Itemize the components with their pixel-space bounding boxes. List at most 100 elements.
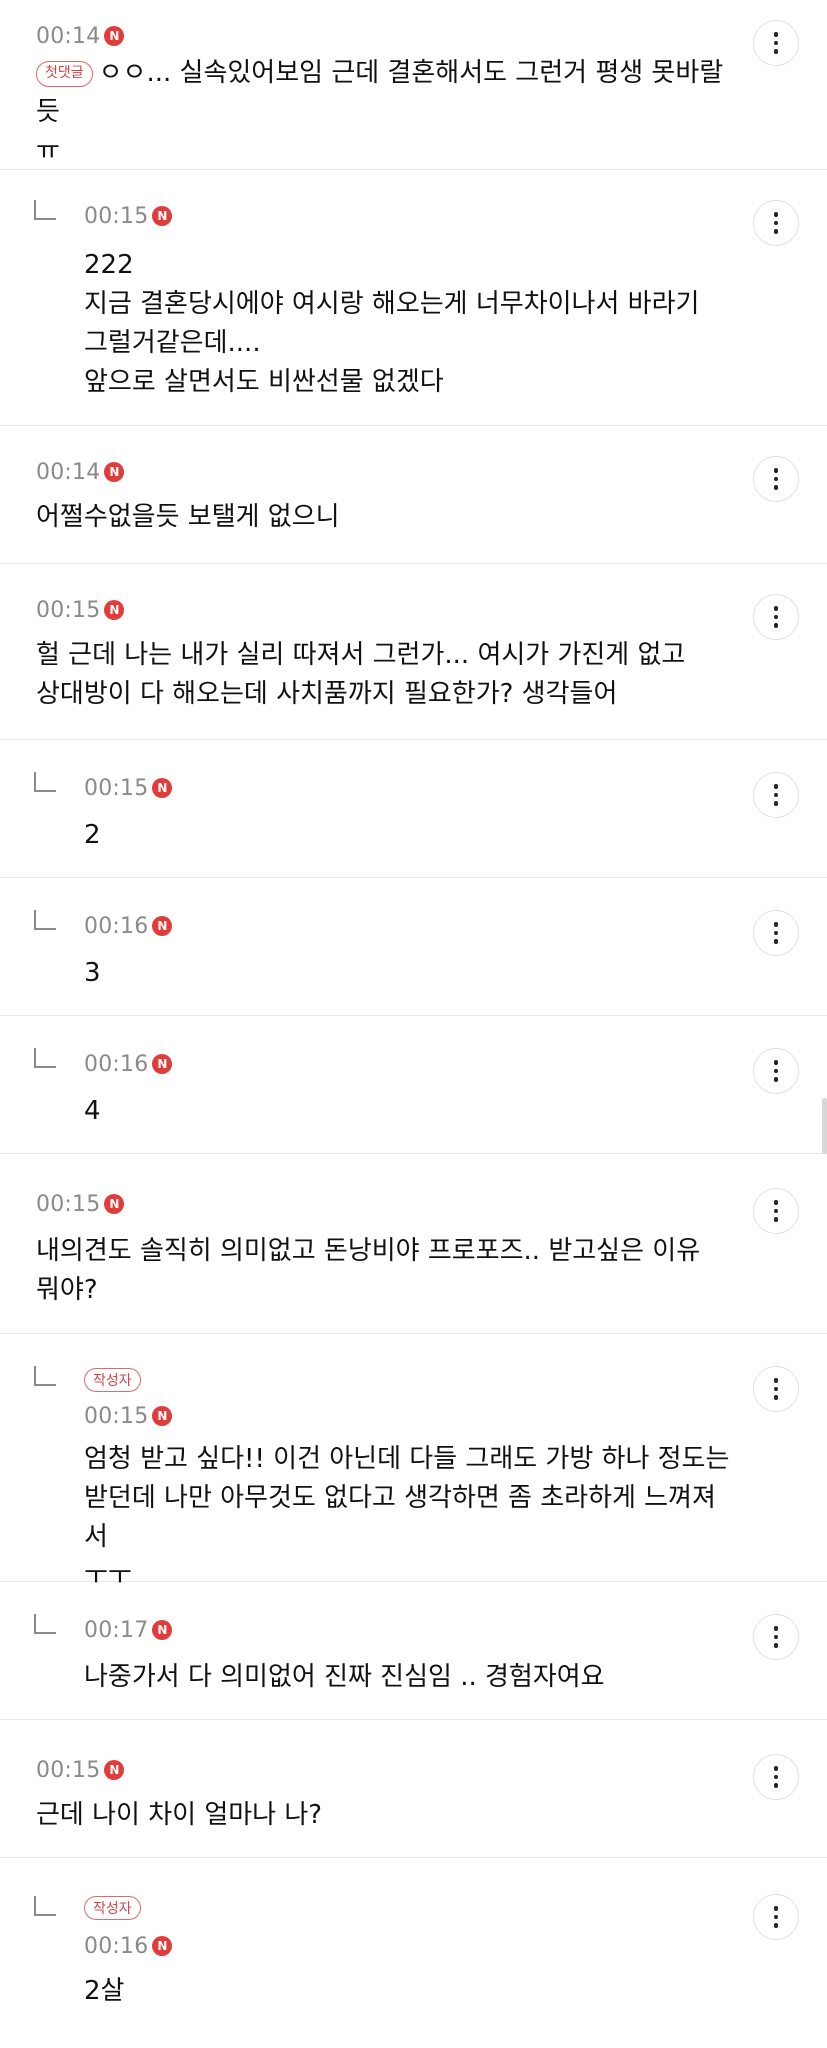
- comment-meta: 00:16 N: [84, 1050, 173, 1078]
- reply-arrow-icon: [34, 1896, 56, 1916]
- comment-text-line: 상대방이 다 해오는데 사치품까지 필요한가? 생각들어: [36, 675, 737, 714]
- comment-text-line: 4: [84, 1092, 737, 1131]
- comment-meta: 00:15 N: [36, 596, 125, 624]
- author-badge: 작성자: [84, 1368, 141, 1392]
- more-options-button[interactable]: [753, 1366, 799, 1412]
- comment-meta: 00:14 N: [36, 22, 125, 50]
- new-badge: N: [152, 1054, 173, 1074]
- reply-comment: 00:16 N 3: [0, 878, 827, 1016]
- comment-text-content: ㅠ: [36, 136, 60, 166]
- comment-text-line: 내의견도 솔직히 의미없고 돈낭비야 프로포즈.. 받고싶은 이유: [36, 1232, 737, 1271]
- comment-meta: 00:16 N: [84, 912, 173, 940]
- comment-time: 00:15: [36, 1191, 101, 1217]
- reply-arrow-icon: [34, 200, 56, 220]
- comment: 00:14 N 어쩔수없을듯 보탤게 없으니: [0, 426, 827, 564]
- reply-arrow-icon: [34, 1048, 56, 1068]
- comment-text-content: 상대방이 다 해오는데 사치품까지 필요한가? 생각들어: [36, 679, 618, 709]
- more-vertical-icon: [773, 1200, 779, 1222]
- comment-time: 00:15: [84, 1403, 149, 1429]
- comment-text-line: 3: [84, 954, 737, 993]
- more-options-button[interactable]: [753, 594, 799, 640]
- new-badge: N: [104, 462, 125, 482]
- new-badge: N: [152, 778, 173, 798]
- more-options-button[interactable]: [753, 200, 799, 246]
- comment-text-line: 헐 근데 나는 내가 실리 따져서 그런가... 여시가 가진게 없고: [36, 636, 737, 675]
- comment-text-content: 헐 근데 나는 내가 실리 따져서 그런가... 여시가 가진게 없고: [36, 640, 686, 670]
- more-options-button[interactable]: [753, 1188, 799, 1234]
- reply-arrow-icon: [34, 1614, 56, 1634]
- comment: 00:15 N 내의견도 솔직히 의미없고 돈낭비야 프로포즈.. 받고싶은 이유 뭐…: [0, 1154, 827, 1334]
- comment-text: 222 지금 결혼당시에야 여시랑 해오는게 너무차이나서 바라기그럴거같은데..…: [84, 246, 737, 402]
- author-badge: 작성자: [84, 1896, 141, 1920]
- more-options-button[interactable]: [753, 1754, 799, 1800]
- comment-text: 내의견도 솔직히 의미없고 돈낭비야 프로포즈.. 받고싶은 이유 뭐야?: [36, 1232, 737, 1310]
- more-vertical-icon: [773, 212, 779, 234]
- comment-text-content: 근데 나이 차이 얼마나 나?: [36, 1800, 323, 1830]
- comment-time: 00:16: [84, 1933, 149, 1959]
- comment-text-content: 그럴거같은데....: [84, 328, 261, 358]
- new-badge: N: [152, 916, 173, 936]
- comment-text: 4: [84, 1092, 737, 1131]
- comment-text: 3: [84, 954, 737, 993]
- comment-text-line: 2살: [84, 1972, 737, 2011]
- comment-text: 엄청 받고 싶다!! 이건 아닌데 다들 그래도 가방 하나 정도는받던데 나만…: [84, 1440, 737, 1596]
- comment-text: 2: [84, 816, 737, 855]
- new-badge: N: [104, 1760, 125, 1780]
- new-badge: N: [104, 1194, 125, 1214]
- more-vertical-icon: [773, 1626, 779, 1648]
- new-badge: N: [152, 1406, 173, 1426]
- comment-text-content: 2: [84, 820, 101, 850]
- comment-text-line: 나중가서 다 의미없어 진짜 진심임 .. 경험자여요: [84, 1658, 737, 1697]
- reply-comment: 00:17 N 나중가서 다 의미없어 진짜 진심임 .. 경험자여요: [0, 1582, 827, 1720]
- comment-time: 00:14: [36, 23, 101, 49]
- comment-text-line: 그럴거같은데....: [84, 324, 737, 363]
- more-options-button[interactable]: [753, 1048, 799, 1094]
- comment-time: 00:14: [36, 459, 101, 485]
- more-vertical-icon: [773, 1378, 779, 1400]
- comment-text: 첫댓글 ㅇㅇ... 실속있어보임 근데 결혼해서도 그런거 평생 못바랄듯 ㅠ: [36, 54, 737, 171]
- comment-text-content: 지금 결혼당시에야 여시랑 해오는게 너무차이나서 바라기: [84, 289, 700, 319]
- more-vertical-icon: [773, 784, 779, 806]
- comment-text-content: 3: [84, 958, 101, 988]
- comment: 00:14 N 첫댓글 ㅇㅇ... 실속있어보임 근데 결혼해서도 그런거 평생 못바…: [0, 0, 827, 170]
- comment-meta: 00:14 N: [36, 458, 125, 486]
- reply-arrow-icon: [34, 1366, 56, 1386]
- more-vertical-icon: [773, 606, 779, 628]
- comment-time: 00:15: [36, 597, 101, 623]
- comment-meta: 00:15 N: [84, 774, 173, 802]
- comment-text-line: 222: [84, 246, 737, 285]
- comment-text-content: 4: [84, 1096, 101, 1126]
- comment-text-content: 222: [84, 250, 134, 280]
- reply-comment: 00:15 N 2: [0, 740, 827, 878]
- comment-text-line: 첫댓글 ㅇㅇ... 실속있어보임 근데 결혼해서도 그런거 평생 못바랄듯: [36, 54, 737, 132]
- comment-text-content: 받던데 나만 아무것도 없다고 생각하면 좀 초라하게 느껴져서: [84, 1483, 716, 1552]
- more-options-button[interactable]: [753, 20, 799, 66]
- comment-text-line: 앞으로 살면서도 비싼선물 없겠다: [84, 363, 737, 402]
- more-vertical-icon: [773, 1766, 779, 1788]
- comment-time: 00:15: [84, 775, 149, 801]
- more-options-button[interactable]: [753, 772, 799, 818]
- comment-text: 나중가서 다 의미없어 진짜 진심임 .. 경험자여요: [84, 1658, 737, 1697]
- comment-text-content: 어쩔수없을듯 보탤게 없으니: [36, 502, 340, 532]
- comment-text-line: 엄청 받고 싶다!! 이건 아닌데 다들 그래도 가방 하나 정도는: [84, 1440, 737, 1479]
- comment-meta: 00:17 N: [84, 1616, 173, 1644]
- new-badge: N: [152, 1936, 173, 1956]
- more-options-button[interactable]: [753, 1894, 799, 1940]
- comment-meta: 00:15 N: [36, 1756, 125, 1784]
- first-comment-badge: 첫댓글: [36, 60, 93, 87]
- reply-comment: 00:16 N 4: [0, 1016, 827, 1154]
- more-options-button[interactable]: [753, 456, 799, 502]
- comment-text-line: 어쩔수없을듯 보탤게 없으니: [36, 498, 737, 537]
- scrollbar[interactable]: [822, 1098, 827, 1154]
- comment-text-line: 지금 결혼당시에야 여시랑 해오는게 너무차이나서 바라기: [84, 285, 737, 324]
- comment-text-line: ㅠ: [36, 132, 737, 171]
- reply-comment: 작성자 00:16 N 2살: [0, 1858, 827, 2048]
- reply-arrow-icon: [34, 910, 56, 930]
- more-options-button[interactable]: [753, 910, 799, 956]
- comment-meta: 00:15 N: [84, 1402, 173, 1430]
- comment-time: 00:17: [84, 1617, 149, 1643]
- comment-meta: 00:15 N: [36, 1190, 125, 1218]
- more-options-button[interactable]: [753, 1614, 799, 1660]
- more-vertical-icon: [773, 922, 779, 944]
- reply-comment: 00:15 N 222 지금 결혼당시에야 여시랑 해오는게 너무차이나서 바라기 그럴…: [0, 170, 827, 426]
